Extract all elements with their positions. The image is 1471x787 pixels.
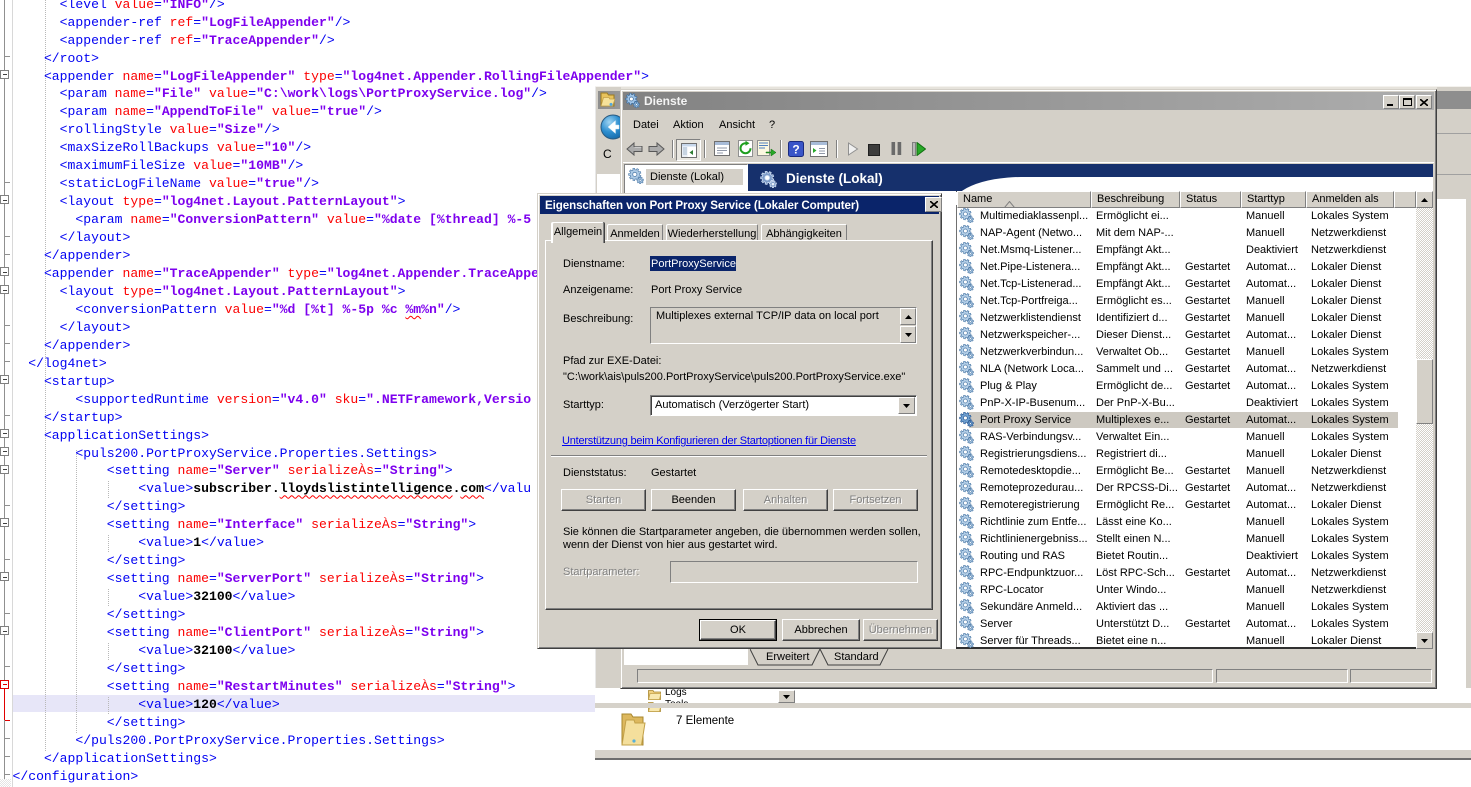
svg-text:?: ? <box>792 143 799 157</box>
